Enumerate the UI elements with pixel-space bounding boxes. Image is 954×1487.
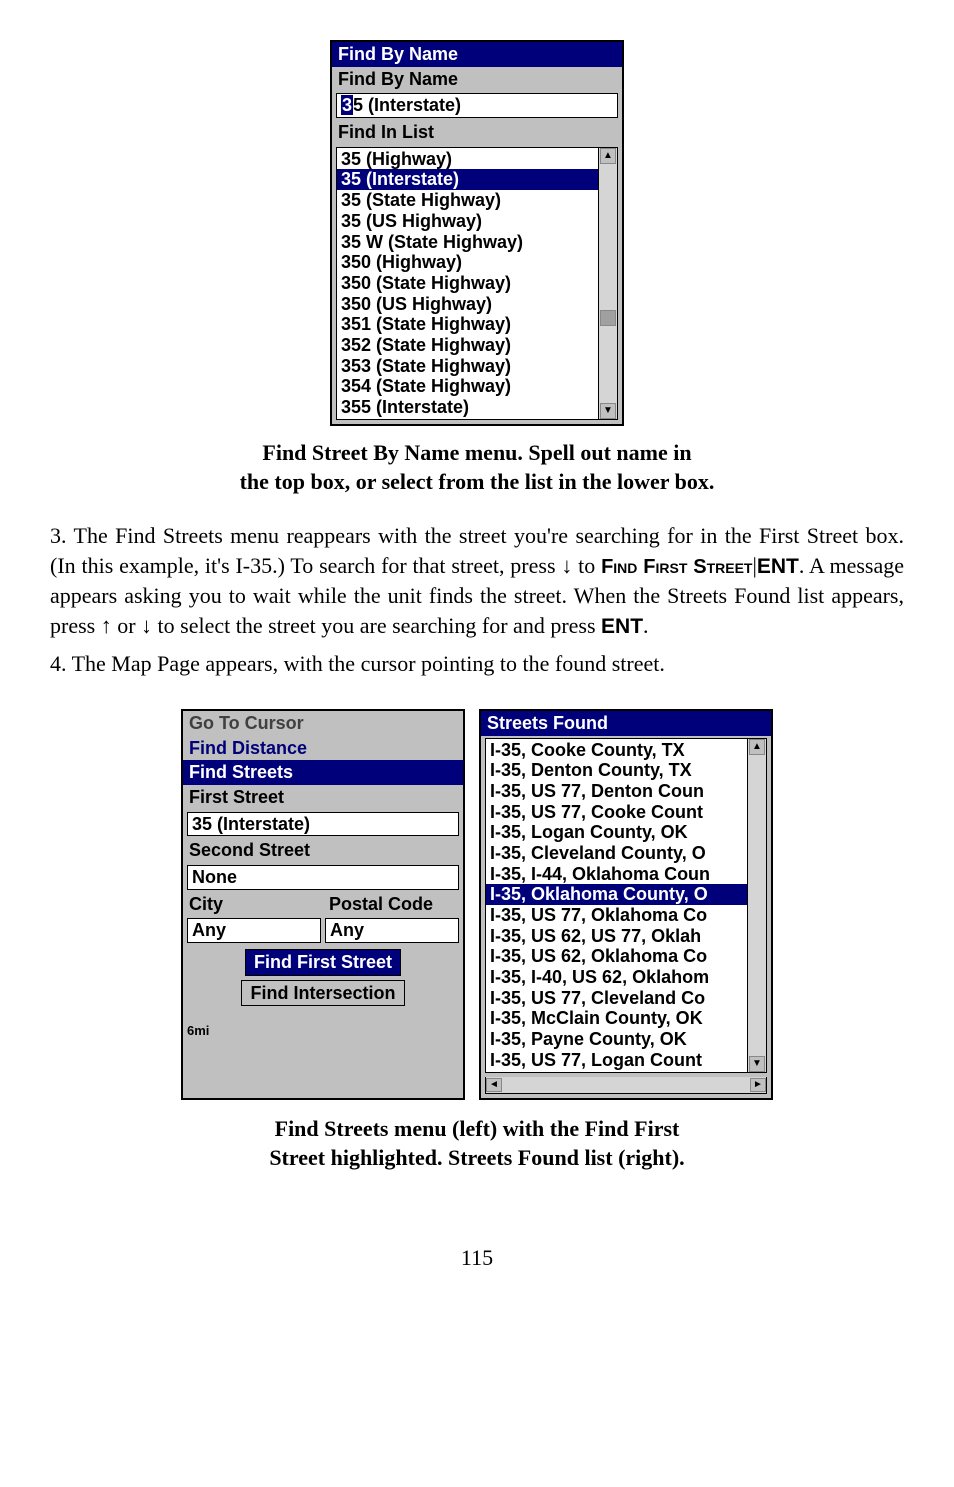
postal-label: Postal Code xyxy=(323,892,463,917)
streets-found-window: Streets Found I-35, Cooke County, TXI-35… xyxy=(479,709,773,1100)
first-street-input[interactable]: 35 (Interstate) xyxy=(187,812,459,837)
name-input[interactable]: 35 (Interstate) xyxy=(336,93,618,118)
menu-item-dim: Find Distance xyxy=(183,736,463,761)
list-item[interactable]: I-35, US 62, US 77, Oklah xyxy=(486,926,747,947)
find-streets-window: Go To Cursor Find Distance Find Streets … xyxy=(181,709,465,1100)
step-4-text: 4. The Map Page appears, with the cursor… xyxy=(50,649,904,679)
list-item[interactable]: 350 (Highway) xyxy=(337,252,598,273)
list-item[interactable]: 350 (State Highway) xyxy=(337,273,598,294)
second-street-input[interactable]: None xyxy=(187,865,459,890)
list-item[interactable]: 350 (US Highway) xyxy=(337,294,598,315)
scroll-down-icon[interactable]: ▼ xyxy=(749,1056,765,1072)
window-title: Find By Name xyxy=(332,42,622,67)
scroll-thumb[interactable] xyxy=(600,310,616,326)
list-item[interactable]: I-35, US 77, Denton Coun xyxy=(486,781,747,802)
scroll-down-icon[interactable]: ▼ xyxy=(600,403,616,419)
scroll-up-icon[interactable]: ▲ xyxy=(600,148,616,164)
list-item[interactable]: 352 (State Highway) xyxy=(337,335,598,356)
list-item[interactable]: I-35, Oklahoma County, O xyxy=(486,884,747,905)
results-list[interactable]: I-35, Cooke County, TXI-35, Denton Count… xyxy=(485,738,748,1073)
list-item[interactable]: 353 (State Highway) xyxy=(337,356,598,377)
list-item[interactable]: I-35, US 77, Oklahoma Co xyxy=(486,905,747,926)
list-item[interactable]: I-35, Cooke County, TX xyxy=(486,740,747,761)
city-input[interactable]: Any xyxy=(187,918,321,943)
city-label: City xyxy=(183,892,323,917)
list-label: Find In List xyxy=(332,120,622,145)
list-item[interactable]: I-35, US 77, Cleveland Co xyxy=(486,988,747,1009)
street-list[interactable]: 35 (Highway)35 (Interstate)35 (State Hig… xyxy=(336,147,599,420)
list-item[interactable]: I-35, US 77, Cooke Count xyxy=(486,802,747,823)
find-intersection-button[interactable]: Find Intersection xyxy=(241,980,404,1007)
list-item[interactable]: I-35, Logan County, OK xyxy=(486,822,747,843)
second-street-label: Second Street xyxy=(183,838,463,863)
scrollbar[interactable]: ▲ ▼ xyxy=(599,147,618,420)
list-item[interactable]: 35 (State Highway) xyxy=(337,190,598,211)
find-by-name-window: Find By Name Find By Name 35 (Interstate… xyxy=(330,40,624,426)
list-item[interactable]: I-35, US 77, Logan Count xyxy=(486,1050,747,1071)
first-street-label: First Street xyxy=(183,785,463,810)
scale-indicator: 6mi xyxy=(183,1024,463,1039)
list-item[interactable]: 35 (US Highway) xyxy=(337,211,598,232)
scroll-left-icon[interactable]: ◄ xyxy=(486,1078,502,1092)
list-item[interactable]: 35 W (State Highway) xyxy=(337,232,598,253)
list-item[interactable]: I-35, I-44, Oklahoma Coun xyxy=(486,864,747,885)
list-item[interactable]: I-35, Payne County, OK xyxy=(486,1029,747,1050)
section-label: Find By Name xyxy=(332,67,622,92)
menu-item-dim: Go To Cursor xyxy=(183,711,463,736)
step-3-text: 3. The Find Streets menu reappears with … xyxy=(50,521,904,641)
figure1-caption: Find Street By Name menu. Spell out name… xyxy=(50,438,904,497)
list-item[interactable]: 351 (State Highway) xyxy=(337,314,598,335)
list-item[interactable]: 354 (State Highway) xyxy=(337,376,598,397)
postal-input[interactable]: Any xyxy=(325,918,459,943)
page-number: 115 xyxy=(50,1243,904,1273)
list-item[interactable]: 355 (Interstate) xyxy=(337,397,598,418)
list-item[interactable]: I-35, US 62, Oklahoma Co xyxy=(486,946,747,967)
scrollbar[interactable]: ▲ ▼ xyxy=(748,738,767,1073)
window-title: Find Streets xyxy=(183,760,463,785)
list-item[interactable]: I-35, I-40, US 62, Oklahom xyxy=(486,967,747,988)
figure2-caption: Find Streets menu (left) with the Find F… xyxy=(50,1114,904,1173)
h-scrollbar[interactable]: ◄ ► xyxy=(485,1077,767,1094)
scroll-right-icon[interactable]: ► xyxy=(750,1078,766,1092)
find-first-street-button[interactable]: Find First Street xyxy=(245,949,401,976)
list-item[interactable]: I-35, McClain County, OK xyxy=(486,1008,747,1029)
list-item[interactable]: I-35, Cleveland County, O xyxy=(486,843,747,864)
list-item[interactable]: 35 (Highway) xyxy=(337,149,598,170)
list-item[interactable]: I-35, Denton County, TX xyxy=(486,760,747,781)
list-item[interactable]: 35 (Interstate) xyxy=(337,169,598,190)
scroll-up-icon[interactable]: ▲ xyxy=(749,739,765,755)
window-title: Streets Found xyxy=(481,711,771,736)
